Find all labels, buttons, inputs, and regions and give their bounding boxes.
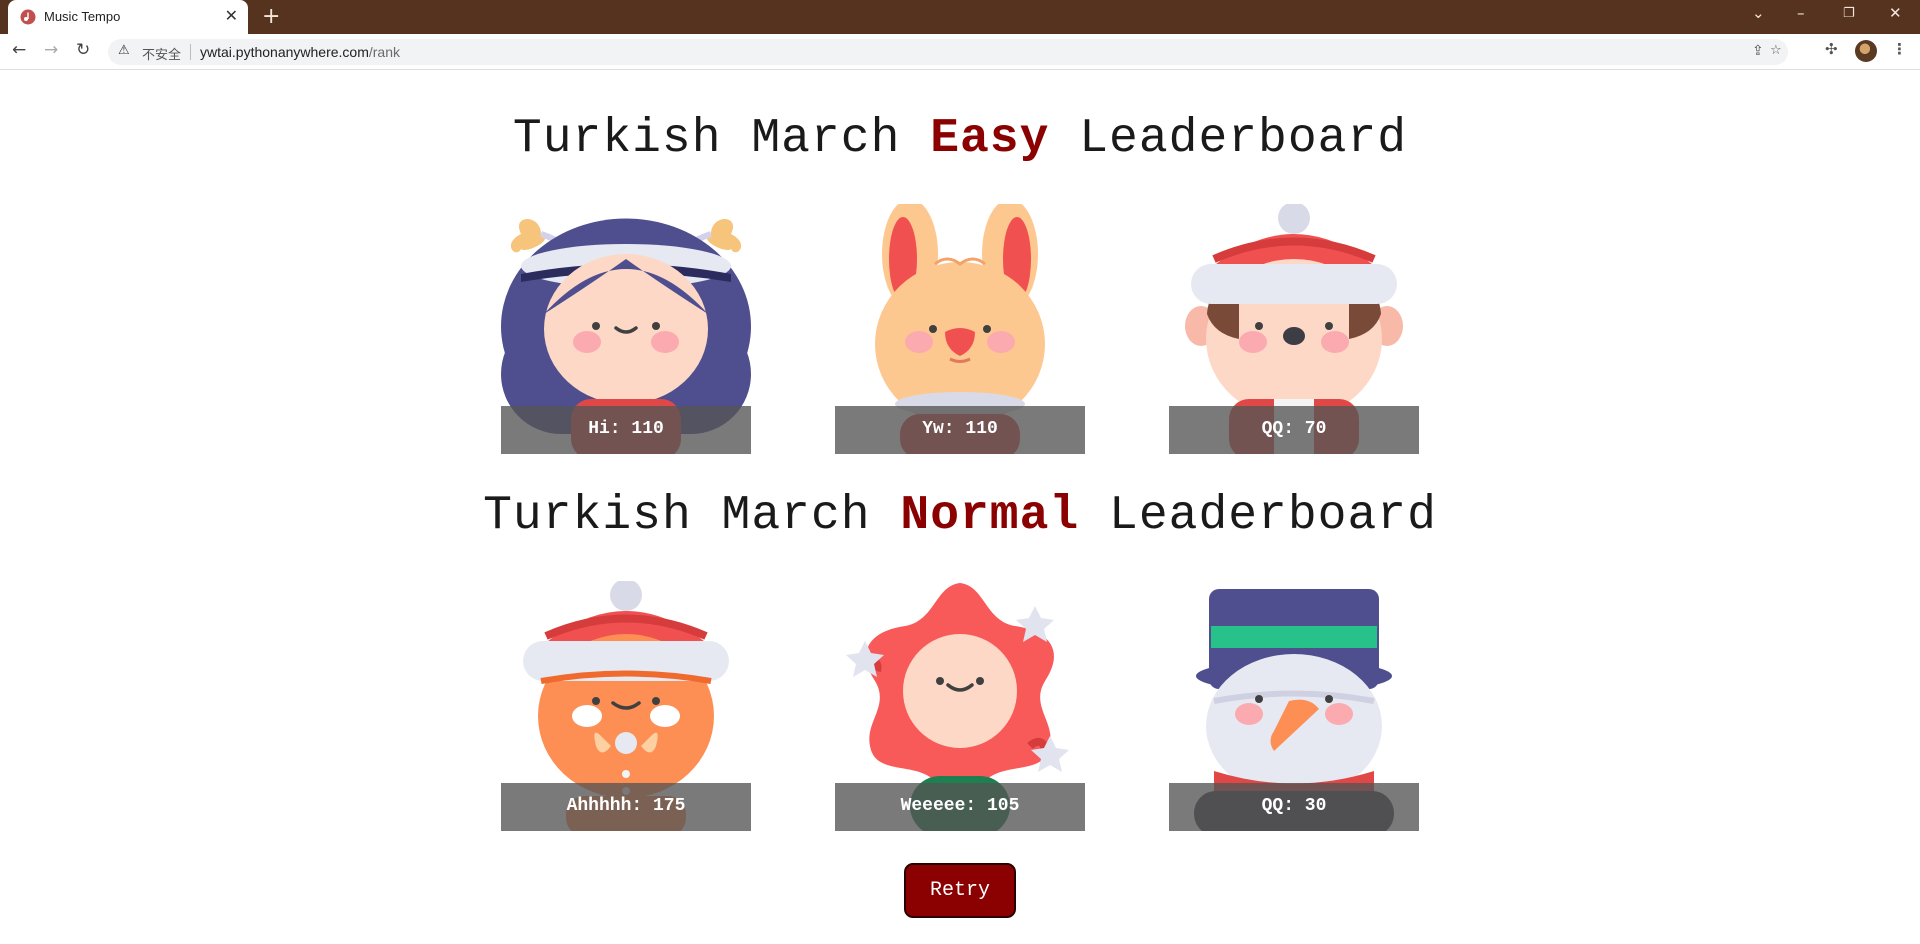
leaderboard-card: QQ: 30	[1169, 581, 1419, 831]
restore-icon[interactable]: ❐	[1843, 6, 1855, 21]
title-prefix: Turkish March	[512, 112, 901, 166]
warning-icon[interactable]: ⚠	[118, 43, 130, 58]
url-text[interactable]: ywtai.pythonanywhere.com/rank	[200, 44, 400, 60]
score-label: QQ: 70	[1261, 419, 1327, 439]
browser-titlebar: Music Tempo ✕ + ⌄ – ❐ ✕	[0, 0, 1920, 34]
security-label[interactable]: 不安全	[142, 44, 181, 63]
extensions-icon[interactable]: ✣	[1825, 40, 1838, 58]
leaderboard-card: Hi: 110	[501, 204, 751, 454]
address-bar[interactable]: ⚠ 不安全 ywtai.pythonanywhere.com/rank ⇪ ☆	[108, 39, 1788, 65]
window-close-icon[interactable]: ✕	[1889, 4, 1902, 22]
title-prefix: Turkish March	[483, 489, 871, 543]
profile-avatar[interactable]	[1855, 40, 1877, 62]
easy-leaderboard-title: Turkish March Easy Leaderboard	[0, 112, 1920, 166]
leaderboard-card: Yw: 110	[835, 204, 1085, 454]
minimize-icon[interactable]: –	[1797, 4, 1805, 22]
normal-leaderboard-title: Turkish March Normal Leaderboard	[0, 489, 1920, 543]
title-suffix: Leaderboard	[1079, 112, 1408, 166]
score-label: Weeeee: 105	[900, 796, 1020, 816]
score-label: Ahhhhh: 175	[566, 796, 686, 816]
tab-close-icon[interactable]: ✕	[225, 6, 238, 26]
score-label: Hi: 110	[588, 419, 664, 439]
browser-toolbar: ← → ↻ ⚠ 不安全 ywtai.pythonanywhere.com/ran…	[0, 34, 1920, 70]
back-icon[interactable]: ←	[12, 40, 26, 60]
reload-icon[interactable]: ↻	[76, 40, 90, 60]
level-label: Easy	[930, 112, 1050, 166]
new-tab-icon[interactable]: +	[262, 4, 280, 29]
divider	[190, 44, 191, 60]
tab-search-icon[interactable]: ⌄	[1752, 4, 1765, 22]
tab-title: Music Tempo	[44, 9, 121, 24]
level-label: Normal	[900, 489, 1080, 543]
leaderboard-card: QQ: 70	[1169, 204, 1419, 454]
menu-icon[interactable]: ⋮	[1892, 40, 1907, 58]
leaderboard-card: Weeeee: 105	[835, 581, 1085, 831]
title-suffix: Leaderboard	[1109, 489, 1437, 543]
score-label: QQ: 30	[1261, 796, 1327, 816]
forward-icon[interactable]: →	[44, 40, 58, 60]
share-icon[interactable]: ⇪	[1752, 43, 1764, 59]
browser-tab[interactable]: Music Tempo ✕	[8, 0, 248, 34]
bookmark-star-icon[interactable]: ☆	[1770, 43, 1782, 58]
leaderboard-card: Ahhhhh: 175	[501, 581, 751, 831]
score-label: Yw: 110	[922, 419, 998, 439]
retry-button[interactable]: Retry	[904, 863, 1016, 918]
music-favicon-icon	[20, 9, 36, 25]
